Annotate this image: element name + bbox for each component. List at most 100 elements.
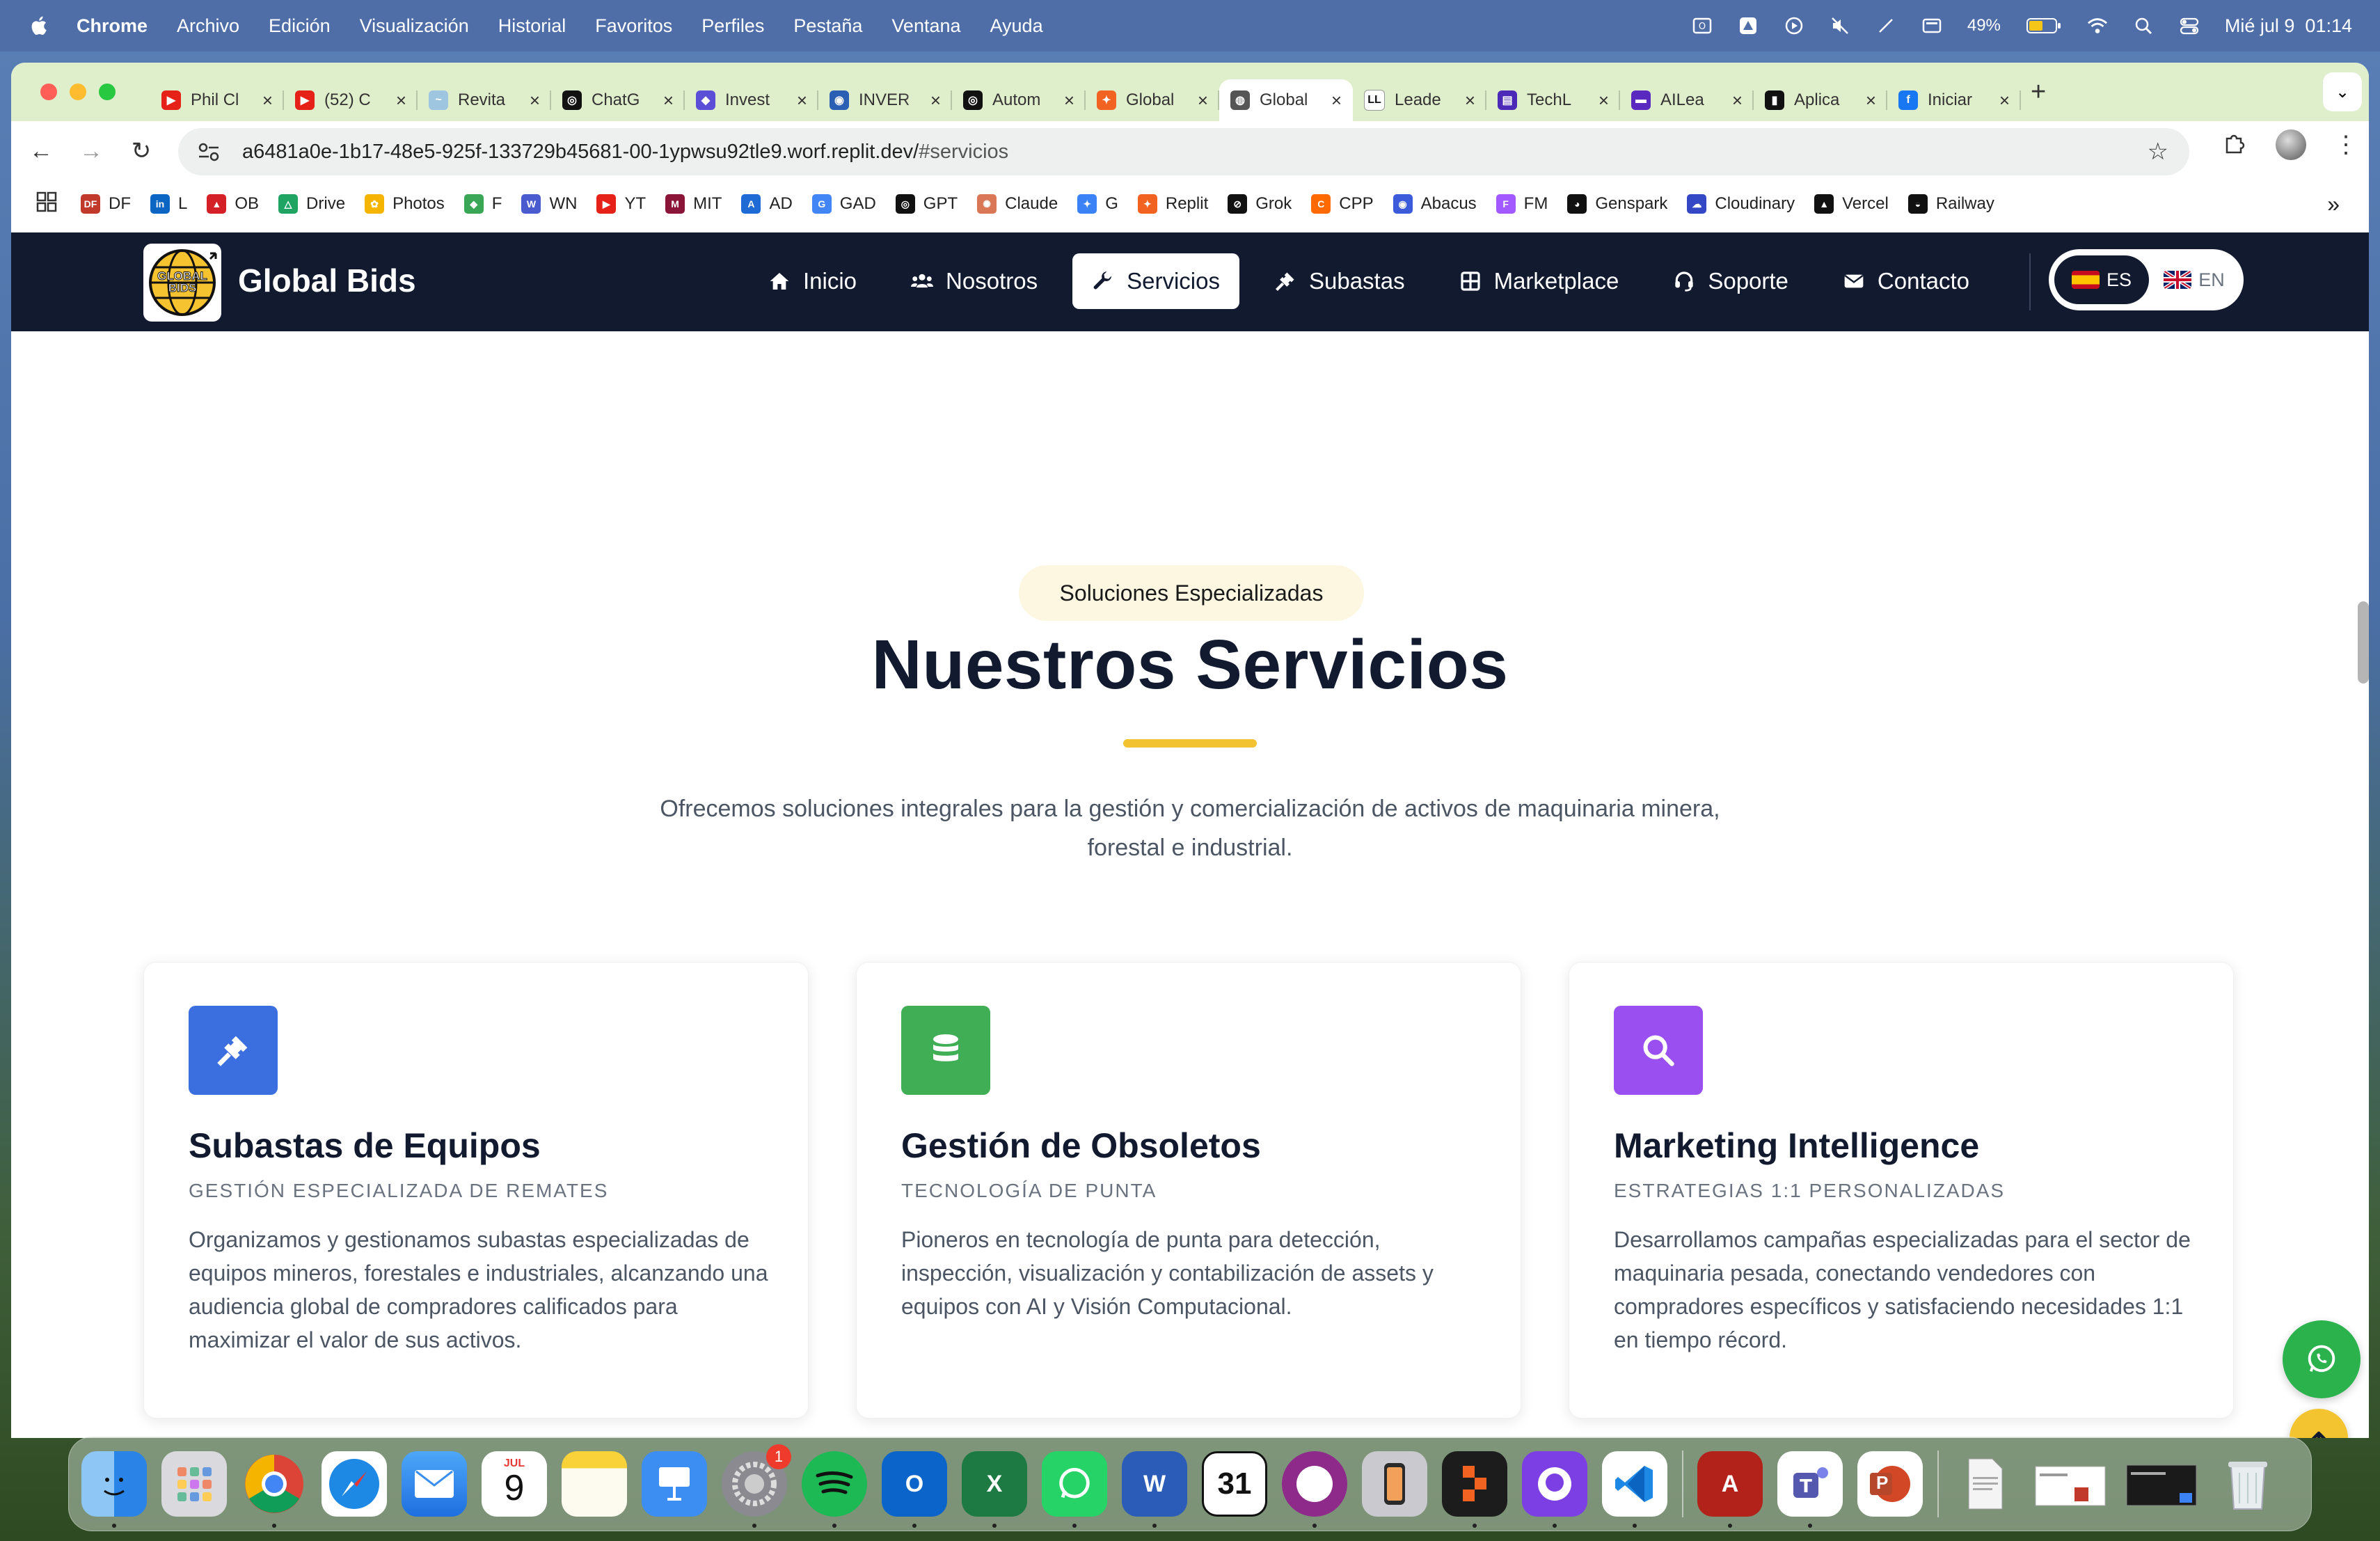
nav-servicios[interactable]: Servicios xyxy=(1072,253,1239,309)
github-app[interactable] xyxy=(1522,1451,1587,1528)
vscode-app[interactable] xyxy=(1602,1451,1667,1528)
reload-icon[interactable]: ↻ xyxy=(121,131,161,171)
play-status-icon[interactable] xyxy=(1784,15,1804,36)
bookmark-item[interactable]: ✦ Replit xyxy=(1137,194,1208,214)
outlook-status-icon[interactable]: O xyxy=(1692,15,1713,36)
circle-app[interactable] xyxy=(1282,1451,1347,1528)
lang-en-button[interactable]: EN xyxy=(2149,269,2239,291)
pen-off-icon[interactable] xyxy=(1875,15,1896,36)
bookmark-item[interactable]: W WN xyxy=(521,194,577,214)
bookmark-item[interactable]: M MIT xyxy=(665,194,722,214)
bookmark-item[interactable]: ◒ Railway xyxy=(1907,194,1994,214)
mail-app[interactable] xyxy=(402,1451,467,1517)
bookmark-item[interactable]: ◆ F xyxy=(463,194,502,214)
more-bookmarks-chevron-icon[interactable]: » xyxy=(2327,191,2340,217)
chrome-menu-icon[interactable]: ⋮ xyxy=(2334,131,2358,159)
nav-nosotros[interactable]: Nosotros xyxy=(891,253,1057,309)
service-card-marketing[interactable]: Marketing Intelligence ESTRATEGIAS 1:1 P… xyxy=(1569,962,2234,1418)
calendar-app[interactable]: JUL 9 xyxy=(482,1451,547,1517)
teams-app[interactable]: T xyxy=(1777,1451,1843,1528)
bookmark-item[interactable]: in L xyxy=(150,194,187,214)
browser-tab[interactable]: ◎ Autom × xyxy=(952,79,1086,121)
menu-ayuda[interactable]: Ayuda xyxy=(990,15,1043,37)
minimize-window-button[interactable] xyxy=(70,84,86,100)
close-tab-icon[interactable]: × xyxy=(262,90,273,111)
bookmark-item[interactable]: DF DF xyxy=(81,194,131,214)
bookmark-item[interactable]: △ Drive xyxy=(278,194,345,214)
close-tab-icon[interactable]: × xyxy=(1732,90,1743,111)
extensions-puzzle-icon[interactable] xyxy=(2221,130,2248,160)
nav-inicio[interactable]: Inicio xyxy=(749,253,876,309)
forward-arrow-icon[interactable]: → xyxy=(71,131,111,171)
bookmark-item[interactable]: F FM xyxy=(1496,194,1548,214)
outlook-app[interactable]: O xyxy=(882,1451,947,1528)
service-card-obsoletos[interactable]: Gestión de Obsoletos TECNOLOGÍA DE PUNTA… xyxy=(856,962,1521,1418)
whatsapp-button[interactable] xyxy=(2283,1320,2361,1398)
bookmark-item[interactable]: ▲ Vercel xyxy=(1814,194,1889,214)
launchpad-app[interactable] xyxy=(161,1451,227,1517)
close-tab-icon[interactable]: × xyxy=(1064,90,1074,111)
keynote-app[interactable] xyxy=(642,1451,707,1517)
bookmark-item[interactable]: A AD xyxy=(741,194,793,214)
browser-tab[interactable]: ◉ INVER × xyxy=(818,79,952,121)
menu-favoritos[interactable]: Favoritos xyxy=(595,15,672,37)
mute-icon[interactable] xyxy=(1830,15,1850,36)
iphone-mirroring-app[interactable] xyxy=(1362,1451,1427,1517)
menu-ventana[interactable]: Ventana xyxy=(891,15,960,37)
bookmark-item[interactable]: G GAD xyxy=(811,194,876,214)
close-tab-icon[interactable]: × xyxy=(1598,90,1609,111)
close-tab-icon[interactable]: × xyxy=(930,90,941,111)
browser-tab[interactable]: ◍ Global × xyxy=(1219,79,1353,121)
bookmark-item[interactable]: ▲ OB xyxy=(207,194,259,214)
page-scrollbar[interactable] xyxy=(2358,601,2369,683)
menu-perfiles[interactable]: Perfiles xyxy=(701,15,764,37)
bookmark-item[interactable]: ◕ Genspark xyxy=(1567,194,1667,214)
close-tab-icon[interactable]: × xyxy=(396,90,406,111)
close-tab-icon[interactable]: × xyxy=(1866,90,1876,111)
back-arrow-icon[interactable]: ← xyxy=(21,131,61,171)
lang-es-button[interactable]: ES xyxy=(2054,255,2149,304)
bookmark-star-icon[interactable]: ☆ xyxy=(2148,138,2168,166)
browser-tab[interactable]: ▬ AILea × xyxy=(1620,79,1754,121)
apps-grid-icon[interactable] xyxy=(36,191,57,217)
bookmark-item[interactable]: ✿ Photos xyxy=(365,194,445,214)
date-app[interactable]: 31 xyxy=(1202,1451,1267,1517)
close-tab-icon[interactable]: × xyxy=(797,90,807,111)
chrome-app[interactable] xyxy=(241,1451,307,1528)
pdf-document-stack[interactable] xyxy=(1953,1451,2018,1517)
browser-tab[interactable]: ▤ TechL × xyxy=(1486,79,1620,121)
close-tab-icon[interactable]: × xyxy=(1198,90,1208,111)
tab-search-chevron-icon[interactable]: ⌄ xyxy=(2323,72,2362,111)
whatsapp-app[interactable] xyxy=(1042,1451,1107,1528)
menu-pestana[interactable]: Pestaña xyxy=(793,15,862,37)
bookmark-item[interactable]: ☁ Cloudinary xyxy=(1687,194,1795,214)
spotlight-search-icon[interactable] xyxy=(2133,15,2154,36)
safari-app[interactable] xyxy=(322,1451,387,1517)
close-tab-icon[interactable]: × xyxy=(663,90,674,111)
clock-datetime[interactable]: Mié jul 9 01:14 xyxy=(2225,15,2352,37)
screenshot-stack[interactable] xyxy=(2033,1451,2109,1517)
site-info-icon[interactable] xyxy=(195,138,223,166)
bookmark-item[interactable]: ✦ G xyxy=(1077,194,1118,214)
browser-tab[interactable]: ~ Revita × xyxy=(418,79,551,121)
profile-avatar[interactable] xyxy=(2276,129,2306,160)
bookmark-item[interactable]: ◉ Abacus xyxy=(1393,194,1477,214)
notes-app[interactable] xyxy=(562,1451,627,1517)
finder-app[interactable] xyxy=(81,1451,147,1528)
wifi-icon[interactable] xyxy=(2087,15,2108,36)
bookmark-item[interactable]: ✺ Claude xyxy=(977,194,1058,214)
powerpoint-app[interactable]: P xyxy=(1857,1451,1923,1517)
word-app[interactable]: W xyxy=(1122,1451,1187,1528)
global-bids-logo[interactable]: GLOBAL BIDS xyxy=(143,244,221,322)
service-card-subastas[interactable]: Subastas de Equipos GESTIÓN ESPECIALIZAD… xyxy=(143,962,809,1418)
close-tab-icon[interactable]: × xyxy=(1331,90,1342,111)
close-tab-icon[interactable]: × xyxy=(1999,90,2010,111)
battery-icon[interactable] xyxy=(2026,15,2062,36)
display-icon[interactable] xyxy=(1921,15,1942,36)
nav-soporte[interactable]: Soporte xyxy=(1653,253,1808,309)
brand-name[interactable]: Global Bids xyxy=(238,262,416,299)
scroll-to-top-button[interactable] xyxy=(2290,1409,2348,1438)
menu-historial[interactable]: Historial xyxy=(498,15,566,37)
new-tab-button[interactable]: + xyxy=(2031,77,2046,107)
bookmark-item[interactable]: ◎ GPT xyxy=(895,194,958,214)
